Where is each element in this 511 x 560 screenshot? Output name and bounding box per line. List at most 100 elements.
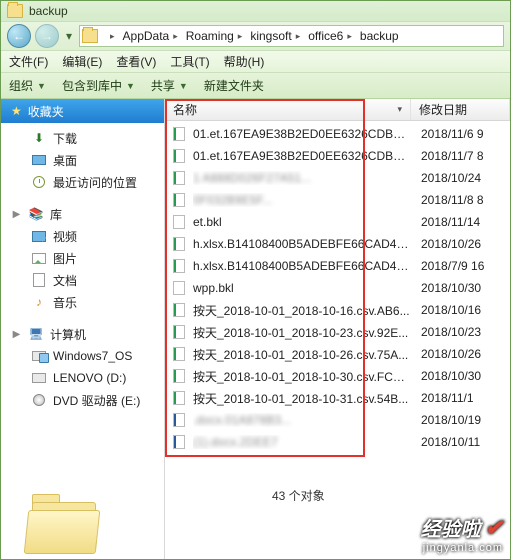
favorites-tree: ⬇下载 桌面 最近访问的位置 ▶📚库 视频 图片 文档 ♪音乐 ▶🖥计算机 Wi… (1, 123, 164, 415)
video-icon (31, 228, 47, 244)
body: ★ 收藏夹 ⬇下载 桌面 最近访问的位置 ▶📚库 视频 图片 文档 ♪音乐 ▶ 🖥… (1, 99, 510, 559)
address-bar[interactable]: ▸ AppData▸ Roaming▸ kingsoft▸ office6▸ b… (79, 25, 504, 47)
file-name: 0F032B9E5F... (193, 193, 411, 207)
sidebar-item-desktop[interactable]: 桌面 (7, 149, 164, 171)
file-row[interactable]: 按天_2018-10-01_2018-10-26.csv.75A...2018/… (165, 343, 510, 365)
file-row[interactable]: h.xlsx.B14108400B5ADEBFE66CAD49...2018/7… (165, 255, 510, 277)
et-icon (171, 126, 187, 142)
file-name: 01.et.167EA9E38B2ED0EE6326CDBF7... (193, 149, 411, 163)
breadcrumb-seg[interactable]: AppData▸ (119, 26, 182, 46)
menu-help[interactable]: 帮助(H) (224, 53, 265, 70)
expander-icon[interactable]: ▶ (11, 329, 22, 340)
et-icon (171, 258, 187, 274)
sidebar-item-videos[interactable]: 视频 (7, 225, 164, 247)
file-row[interactable]: 按天_2018-10-01_2018-10-16.csv.AB6...2018/… (165, 299, 510, 321)
menu-file[interactable]: 文件(F) (9, 53, 48, 70)
sidebar-item-documents[interactable]: 文档 (7, 269, 164, 291)
watermark: 经验啦✔ jingyanla.com (421, 513, 503, 554)
file-name: et.bkl (193, 215, 411, 229)
expander-icon[interactable]: ▶ (11, 209, 22, 220)
sidebar-item-computer[interactable]: ▶🖥计算机 (7, 323, 164, 345)
file-row[interactable]: wpp.bkl2018/10/30 (165, 277, 510, 299)
file-name: 按天_2018-10-01_2018-10-30.csv.FCD... (193, 368, 411, 385)
sort-indicator-icon: ▾ (397, 104, 402, 115)
column-name[interactable]: 名称 ▾ (165, 99, 411, 120)
favorites-label: 收藏夹 (28, 103, 64, 120)
sidebar-item-recent[interactable]: 最近访问的位置 (7, 171, 164, 193)
file-date: 2018/10/19 (411, 413, 481, 427)
sidebar-item-downloads[interactable]: ⬇下载 (7, 127, 164, 149)
music-icon: ♪ (31, 294, 47, 310)
file-row[interactable]: 01.et.167EA9E38B2ED0EE6326CDBF7...2018/1… (165, 145, 510, 167)
file-name: 按天_2018-10-01_2018-10-23.csv.92E... (193, 324, 411, 341)
file-name: 按天_2018-10-01_2018-10-31.csv.54B... (193, 390, 411, 407)
breadcrumb-seg[interactable]: office6▸ (304, 26, 356, 46)
file-row[interactable]: et.bkl2018/11/14 (165, 211, 510, 233)
file-row[interactable]: 1 A888D026F27A51...2018/10/24 (165, 167, 510, 189)
file-icon (171, 214, 187, 230)
history-dropdown[interactable]: ▾ (63, 29, 75, 43)
sidebar-item-music[interactable]: ♪音乐 (7, 291, 164, 313)
status-text: 43 个对象 (272, 487, 325, 504)
file-name: h.xlsx.B14108400B5ADEBFE66CAD49... (193, 259, 411, 273)
forward-button[interactable]: → (35, 24, 59, 48)
file-row[interactable]: (1).docx.2DEE72018/10/11 (165, 431, 510, 453)
new-folder-button[interactable]: 新建文件夹 (204, 77, 264, 94)
chevron-down-icon: ▼ (37, 81, 46, 91)
forward-arrow-icon: → (41, 29, 53, 43)
file-row[interactable]: 01.et.167EA9E38B2ED0EE6326CDBF7...2018/1… (165, 123, 510, 145)
sidebar-item-drive-d[interactable]: LENOVO (D:) (7, 367, 164, 389)
file-name: 1 A888D026F27A51... (193, 171, 411, 185)
file-name: h.xlsx.B14108400B5ADEBFE66CAD49... (193, 237, 411, 251)
file-name: 按天_2018-10-01_2018-10-26.csv.75A... (193, 346, 411, 363)
file-date: 2018/7/9 16 (411, 259, 484, 273)
sidebar-item-pictures[interactable]: 图片 (7, 247, 164, 269)
back-button[interactable]: ← (7, 24, 31, 48)
window-title: backup (29, 4, 68, 18)
favorites-header[interactable]: ★ 收藏夹 (1, 99, 164, 123)
sidebar-item-drive-c[interactable]: Windows7_OS (7, 345, 164, 367)
breadcrumb-seg[interactable]: Roaming▸ (182, 26, 247, 46)
docx-icon (171, 434, 187, 450)
file-row[interactable]: h.xlsx.B14108400B5ADEBFE66CAD49...2018/1… (165, 233, 510, 255)
organize-button[interactable]: 组织▼ (9, 77, 46, 94)
folder-preview-icon (26, 492, 104, 554)
file-name: 01.et.167EA9E38B2ED0EE6326CDBF7... (193, 127, 411, 141)
column-headers: 名称 ▾ 修改日期 (165, 99, 510, 121)
menu-view[interactable]: 查看(V) (116, 53, 156, 70)
picture-icon (31, 250, 47, 266)
menubar: 文件(F) 编辑(E) 查看(V) 工具(T) 帮助(H) (1, 51, 510, 73)
file-row[interactable]: .docx.01A878B3...2018/10/19 (165, 409, 510, 431)
file-date: 2018/10/23 (411, 325, 481, 339)
file-row[interactable]: 按天_2018-10-01_2018-10-23.csv.92E...2018/… (165, 321, 510, 343)
et-icon (171, 192, 187, 208)
column-date[interactable]: 修改日期 (411, 99, 510, 120)
breadcrumb-seg[interactable]: kingsoft▸ (246, 26, 304, 46)
breadcrumb-seg[interactable]: backup (356, 26, 403, 46)
file-row[interactable]: 0F032B9E5F...2018/11/8 8 (165, 189, 510, 211)
computer-icon: 🖥 (28, 326, 44, 342)
menu-tools[interactable]: 工具(T) (170, 53, 209, 70)
include-in-library-button[interactable]: 包含到库中▼ (62, 77, 135, 94)
check-icon: ✔ (485, 515, 503, 541)
breadcrumb-seg[interactable]: ▸ (102, 26, 119, 46)
back-arrow-icon: ← (13, 29, 25, 43)
et-icon (171, 302, 187, 318)
file-date: 2018/11/14 (411, 215, 480, 229)
menu-edit[interactable]: 编辑(E) (62, 53, 102, 70)
file-date: 2018/11/6 9 (411, 127, 484, 141)
et-icon (171, 324, 187, 340)
et-icon (171, 346, 187, 362)
file-row[interactable]: 按天_2018-10-01_2018-10-31.csv.54B...2018/… (165, 387, 510, 409)
chevron-right-icon: ▸ (238, 31, 243, 42)
folder-icon (82, 29, 98, 43)
docx-icon (171, 412, 187, 428)
sidebar-item-dvd[interactable]: DVD 驱动器 (E:) (7, 389, 164, 411)
file-row[interactable]: 按天_2018-10-01_2018-10-30.csv.FCD...2018/… (165, 365, 510, 387)
sidebar-item-libraries[interactable]: ▶📚库 (7, 203, 164, 225)
file-date: 2018/10/26 (411, 237, 481, 251)
chevron-right-icon: ▸ (110, 31, 115, 42)
share-button[interactable]: 共享▼ (151, 77, 188, 94)
file-icon (171, 280, 187, 296)
chevron-right-icon: ▸ (296, 31, 301, 42)
